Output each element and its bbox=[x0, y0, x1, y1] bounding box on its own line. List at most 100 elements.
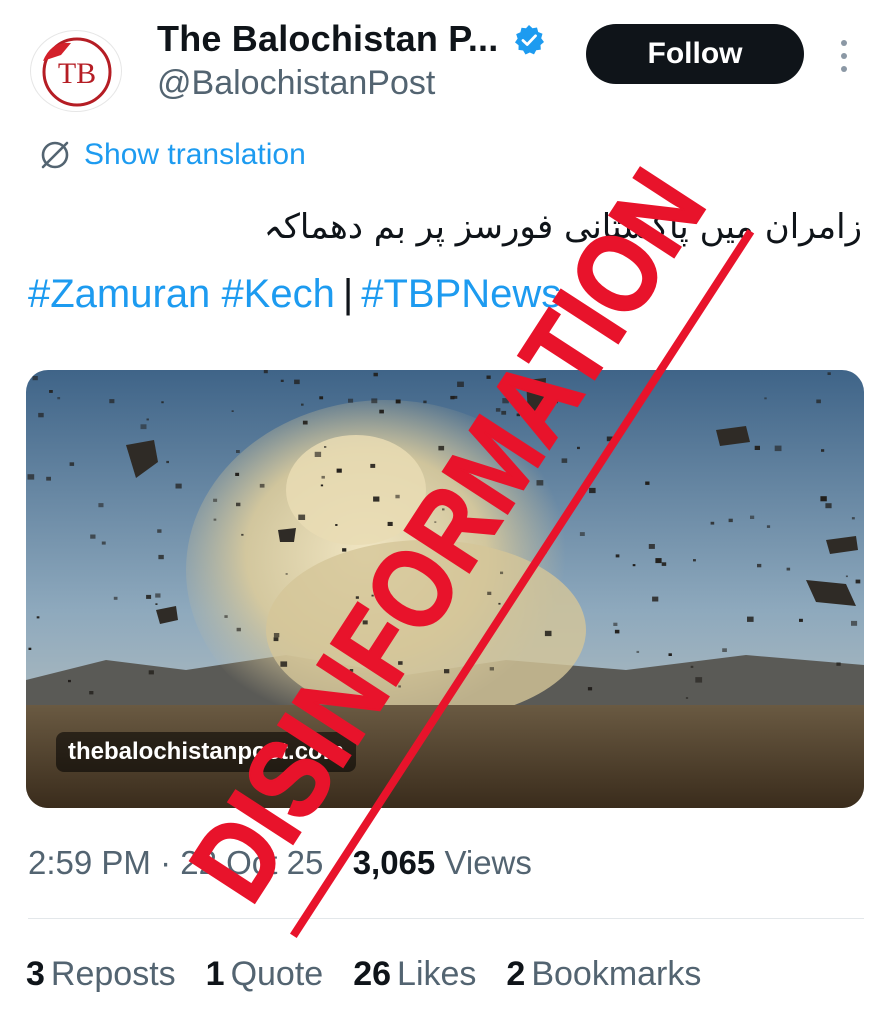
debris-speck bbox=[587, 687, 593, 691]
debris-speck bbox=[370, 463, 376, 468]
debris-speck bbox=[273, 637, 279, 642]
debris-speck bbox=[235, 472, 240, 476]
show-translation-link[interactable]: Show translation bbox=[38, 138, 306, 172]
debris-speck bbox=[501, 410, 507, 415]
debris-speck bbox=[335, 524, 338, 526]
debris-speck bbox=[827, 372, 831, 375]
debris-speck bbox=[820, 496, 827, 502]
tweet-media[interactable]: thebalochistanpost.com bbox=[26, 370, 864, 808]
debris-speck bbox=[463, 557, 467, 561]
follow-button[interactable]: Follow bbox=[586, 24, 804, 84]
debris-speck bbox=[668, 653, 672, 656]
reposts-count: 3 bbox=[26, 955, 45, 993]
debris-speck bbox=[157, 529, 162, 533]
debris-speck bbox=[554, 400, 558, 404]
debris-speck bbox=[406, 619, 409, 622]
debris-speck bbox=[498, 602, 501, 605]
bookmarks-count: 2 bbox=[506, 955, 526, 993]
debris-speck bbox=[457, 381, 464, 387]
debris-speck bbox=[645, 481, 650, 485]
meta-dot-2: · bbox=[332, 844, 344, 881]
views-label: Views bbox=[444, 844, 532, 881]
debris-speck bbox=[516, 413, 520, 417]
debris-speck bbox=[774, 445, 782, 452]
debris-speck bbox=[606, 436, 613, 442]
debris-speck bbox=[489, 667, 494, 671]
debris-speck bbox=[38, 412, 44, 418]
hashtag-kech[interactable]: #Kech bbox=[221, 272, 334, 316]
debris-speck bbox=[648, 544, 655, 549]
debris-speck bbox=[336, 468, 342, 473]
debris-speck bbox=[836, 662, 841, 666]
debris-speck bbox=[342, 548, 347, 552]
debris-speck bbox=[148, 670, 154, 675]
debris-speck bbox=[32, 376, 38, 381]
likes-label: Likes bbox=[397, 955, 477, 993]
debris-speck bbox=[109, 399, 115, 404]
hashtag-separator: | bbox=[342, 272, 354, 316]
debris-speck bbox=[241, 533, 244, 536]
tbp-logo-icon: TB bbox=[42, 37, 112, 107]
debris-speck bbox=[821, 449, 825, 452]
tweet-time[interactable]: 2:59 PM bbox=[28, 844, 151, 881]
debris-speck bbox=[373, 496, 380, 502]
debris-speck bbox=[444, 669, 450, 674]
quotes-label: Quote bbox=[230, 955, 324, 993]
debris-speck bbox=[263, 370, 268, 374]
show-translation-label: Show translation bbox=[84, 138, 306, 171]
debris-speck bbox=[213, 518, 217, 521]
stat-likes[interactable]: 26 Likes bbox=[353, 955, 476, 994]
debris-speck bbox=[320, 484, 324, 487]
debris-speck bbox=[321, 475, 325, 479]
debris-speck bbox=[589, 487, 596, 494]
debris-speck bbox=[236, 502, 241, 507]
debris-speck bbox=[358, 647, 364, 652]
debris-speck bbox=[613, 622, 618, 626]
debris-speck bbox=[453, 395, 458, 399]
verified-badge-icon bbox=[515, 25, 544, 55]
avatar[interactable]: TB bbox=[30, 30, 122, 112]
hashtag-zamuran[interactable]: #Zamuran bbox=[28, 272, 210, 316]
more-options-icon[interactable] bbox=[834, 36, 854, 76]
debris-speck bbox=[395, 399, 401, 404]
debris-speck bbox=[49, 390, 53, 393]
views-count: 3,065 bbox=[352, 844, 436, 881]
debris-speck bbox=[398, 661, 403, 665]
debris-speck bbox=[747, 616, 754, 622]
debris-speck bbox=[69, 462, 75, 466]
debris-speck bbox=[442, 508, 445, 511]
quotes-count: 1 bbox=[205, 955, 225, 993]
stat-bookmarks[interactable]: 2 Bookmarks bbox=[506, 955, 701, 994]
hashtag-tbpnews[interactable]: #TBPNews bbox=[361, 272, 561, 316]
debris-speck bbox=[862, 374, 864, 378]
stat-quotes[interactable]: 1 Quote bbox=[206, 955, 324, 994]
debris-speck bbox=[273, 633, 280, 638]
debris-speck bbox=[695, 677, 703, 683]
tweet-date[interactable]: 22 Oct 25 bbox=[180, 844, 323, 881]
debris-speck bbox=[46, 476, 51, 481]
user-handle[interactable]: @BalochistanPost bbox=[157, 64, 435, 103]
debris-speck bbox=[710, 521, 715, 525]
debris-speck bbox=[371, 594, 374, 597]
debris-speck bbox=[851, 517, 855, 520]
debris-speck bbox=[324, 446, 327, 448]
debris-speck bbox=[175, 483, 182, 489]
debris-speck bbox=[398, 685, 401, 688]
debris-speck bbox=[722, 648, 727, 652]
debris-speck bbox=[166, 460, 169, 464]
debris-speck bbox=[355, 596, 359, 599]
display-name[interactable]: The Balochistan P... bbox=[157, 18, 498, 60]
stat-reposts[interactable]: 3 Reposts bbox=[26, 955, 176, 994]
debris-speck bbox=[845, 575, 848, 578]
debris-speck bbox=[158, 554, 164, 560]
debris-speck bbox=[754, 445, 760, 450]
debris-speck bbox=[661, 562, 667, 566]
debris-speck bbox=[816, 399, 821, 404]
debris-speck bbox=[395, 494, 400, 499]
debris-speck bbox=[825, 503, 832, 509]
debris-speck bbox=[236, 450, 240, 453]
debris-speck bbox=[655, 558, 662, 564]
debris-speck bbox=[301, 403, 304, 406]
debris-speck bbox=[89, 691, 94, 695]
debris-speck bbox=[294, 379, 300, 385]
